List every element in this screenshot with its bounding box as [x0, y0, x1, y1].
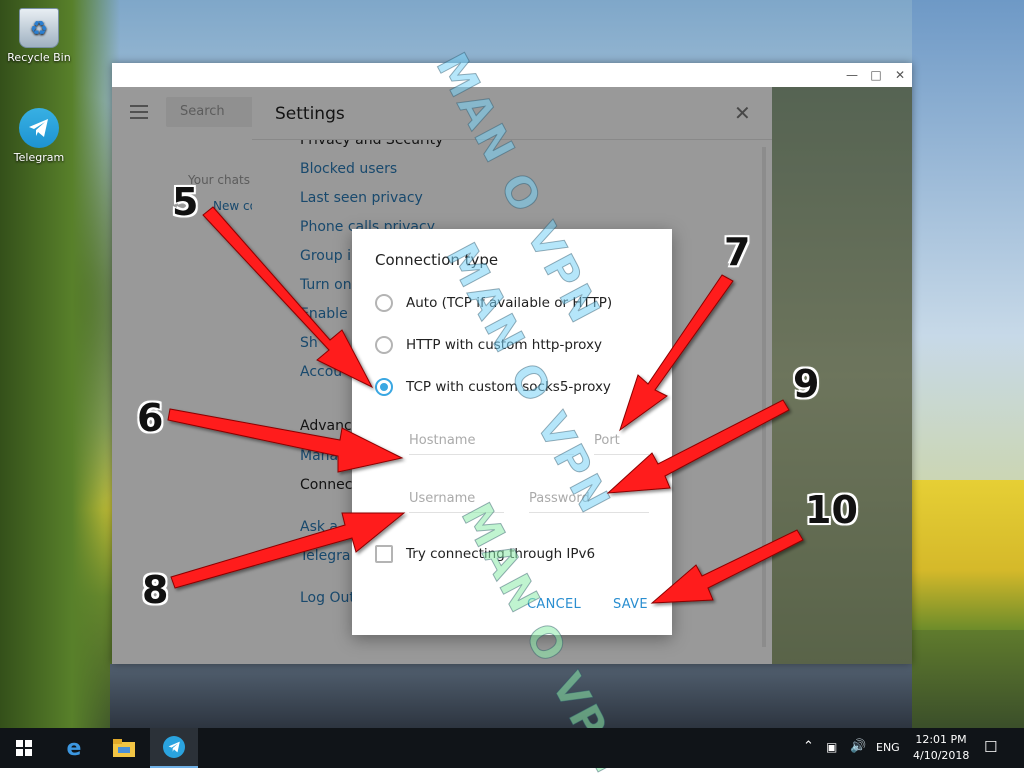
clock-date[interactable]: 4/10/2018	[913, 749, 969, 762]
arrow-5	[202, 206, 374, 389]
annotation-number-10: 10	[805, 488, 858, 532]
annotation-number-6: 6	[137, 396, 164, 440]
taskbar-edge[interactable]: e	[50, 728, 98, 768]
arrow-7	[619, 274, 734, 432]
taskbar: e ⌃ ▣ 🔊 ENG 12:01 PM 4/10/2018 ☐	[0, 728, 1024, 768]
annotation-number-7: 7	[724, 230, 751, 274]
arrow-8	[170, 512, 406, 589]
action-center-icon[interactable]: ☐	[984, 738, 997, 756]
folder-icon	[113, 739, 135, 757]
annotation-number-5: 5	[172, 180, 199, 224]
arrow-10	[650, 529, 804, 604]
windows-icon	[16, 740, 32, 756]
tray-chevron-icon[interactable]: ⌃	[803, 739, 814, 754]
start-button[interactable]	[0, 728, 48, 768]
arrow-6	[167, 408, 404, 473]
annotation-number-9: 9	[793, 362, 820, 406]
language-indicator[interactable]: ENG	[876, 741, 900, 754]
notification-icon[interactable]: ▣	[826, 740, 837, 754]
taskbar-file-explorer[interactable]	[100, 728, 148, 768]
clock-time[interactable]: 12:01 PM	[913, 733, 969, 746]
volume-icon[interactable]: 🔊	[850, 739, 866, 754]
edge-icon: e	[66, 735, 82, 761]
annotation-arrows	[167, 206, 804, 604]
annotation-number-8: 8	[142, 568, 169, 612]
telegram-icon	[163, 736, 185, 758]
taskbar-telegram[interactable]	[150, 728, 198, 768]
